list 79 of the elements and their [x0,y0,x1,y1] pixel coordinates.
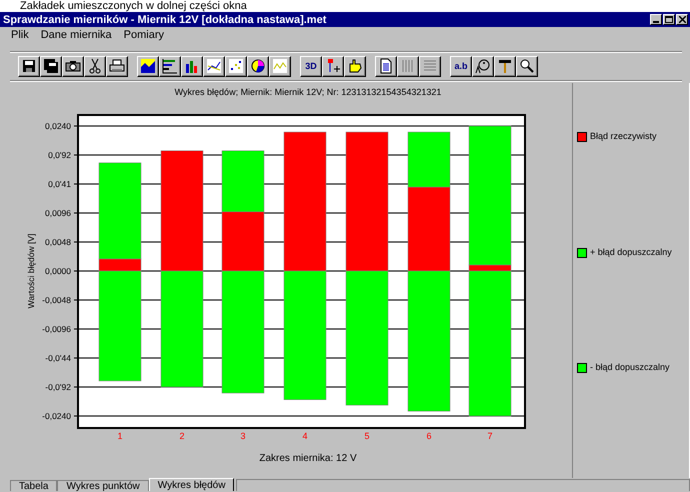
toolbar-button[interactable] [159,56,181,76]
y-tick-label: 0,0000 [45,266,71,276]
toolbar-button[interactable] [225,56,247,76]
y-tick-label: -0,0096 [42,324,71,334]
line-chart-icon [206,58,222,74]
toolbar-button[interactable] [247,56,269,76]
x-axis-label: Zakres miernika: 12 V [259,453,357,464]
toolbar-button[interactable] [18,56,40,76]
maximize-button[interactable] [663,14,675,25]
floppy-disks-icon [43,58,59,74]
chart-title: Wykres błędów; Miernik: Miernik 12V; Nr: 12313132154354321321 [174,87,442,97]
toolbar-button[interactable] [203,56,225,76]
tab[interactable]: Tabela [10,480,58,491]
toolbar-button[interactable] [181,56,203,76]
document-icon [378,58,394,74]
tab[interactable]: Wykres błędów [148,478,234,491]
toolbar-button[interactable] [40,56,62,76]
menu-item[interactable]: Dane miernika [40,29,113,41]
y-tick-label: -0,0'44 [45,353,71,363]
x-tick-label: 3 [240,431,246,441]
menu-item[interactable]: Pomiary [122,29,165,41]
x-tick-label: 4 [302,431,308,441]
toolbar-button[interactable] [322,56,344,76]
toolbar-button[interactable] [397,56,419,76]
y-tick-label: -0,0'92 [45,382,71,392]
area-chart-icon [140,58,156,74]
tab[interactable]: Wykres punktów [57,480,149,491]
x-tick-label: 6 [426,431,432,441]
minimize-button[interactable] [650,14,662,25]
toolbar-button[interactable] [269,56,291,76]
legend-swatch [577,363,587,374]
toolbar-button[interactable] [106,56,128,76]
window-title: Sprawdzanie mierników - Miernik 12V [dokładna nastawa].met [3,14,326,26]
line-graph-icon [272,58,288,74]
x-tick-label: 7 [488,431,492,441]
x-tick-label: 1 [118,431,122,441]
toolbar-button[interactable] [344,56,366,76]
document-caption: Zakładek umieszczonych w dolnej części okna [19,0,248,12]
scissors-icon [87,58,103,74]
toolbar-button[interactable] [84,56,106,76]
camera-icon [65,58,81,74]
x-tick-label: 5 [364,431,370,441]
pie-chart-icon [250,58,266,74]
hammer-icon [497,58,513,74]
legend-label: Błąd rzeczywisty [590,131,657,141]
toolbar-label: 3D [305,61,317,71]
toolbar-button[interactable] [375,56,397,76]
toolbar-label: a.b [454,61,468,71]
printer-icon [109,58,125,74]
toolbar-button[interactable] [62,56,84,76]
toolbar-button[interactable]: 3D [300,56,322,76]
magnifier-icon [519,58,535,74]
pin-plus-icon [325,58,341,74]
horizontal-bar-chart-icon [162,58,178,74]
toolbar-button[interactable] [516,56,538,76]
bar-chart-icon [184,58,200,74]
x-tick-label: 2 [180,431,184,441]
y-tick-label: 0,0'92 [48,150,71,160]
toolbar-button[interactable] [419,56,441,76]
y-axis-label: Wartości błędów [V] [26,234,36,308]
toolbar-button[interactable] [494,56,516,76]
toolbar-button[interactable]: a.b [450,56,472,76]
y-tick-label: 0,0048 [45,237,71,247]
legend-label: - błąd dopuszczalny [590,362,670,372]
y-tick-label: 0,0096 [45,208,71,218]
bar-segment [222,150,264,212]
legend-swatch [577,132,587,142]
toolbar-button[interactable] [137,56,159,76]
y-tick-label: -0,0240 [42,411,71,421]
legend-label: + błąd dopuszczalny [590,246,672,257]
hand-icon [347,58,363,74]
toolbar-button[interactable] [472,56,494,76]
close-button[interactable] [676,14,688,25]
legend-swatch [577,248,587,258]
scatter-chart-icon [228,58,244,74]
menu-item[interactable]: Plik [10,29,30,41]
y-tick-label: -0,0048 [42,295,71,305]
y-tick-label: 0,0'41 [48,179,71,189]
y-tick-label: 0,0240 [45,121,71,131]
